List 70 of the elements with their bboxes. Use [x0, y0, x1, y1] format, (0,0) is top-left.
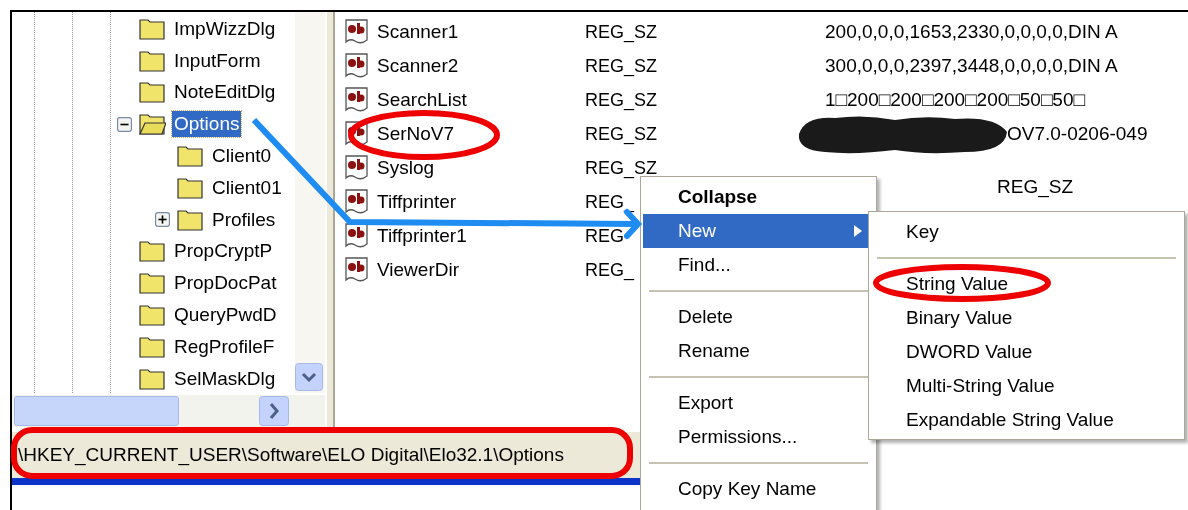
- value-data: OV7.0-0206-049: [1007, 123, 1148, 145]
- value-type: REG_SZ: [585, 89, 658, 110]
- tree-item[interactable]: InputForm: [172, 47, 263, 74]
- tree-item[interactable]: QueryPwdD: [172, 302, 279, 329]
- folder-icon: [138, 239, 166, 264]
- value-data: 1□200□200□200□200□50□50□: [825, 89, 1085, 111]
- expander-icon[interactable]: [116, 116, 132, 132]
- tree-item[interactable]: ImpWizzDlg: [172, 15, 278, 42]
- folder-icon: [176, 175, 204, 200]
- menu-item[interactable]: String Value: [871, 267, 1182, 301]
- tree-item[interactable]: Profiles: [210, 206, 278, 233]
- folder-icon: [176, 144, 204, 169]
- menu-item[interactable]: DWORD Value: [871, 335, 1182, 369]
- value-data: 300,0,0,0,2397,3448,0,0,0,0,DIN A: [825, 55, 1118, 77]
- folder-icon: [138, 16, 166, 41]
- horizontal-scrollbar[interactable]: [12, 395, 325, 427]
- value-type: REG_SZ: [997, 176, 1074, 198]
- tree-item[interactable]: PropCryptP: [172, 238, 275, 265]
- value-name[interactable]: Syslog: [377, 157, 585, 179]
- folder-icon: [138, 366, 166, 391]
- value-type: REG_SZ: [585, 157, 658, 178]
- scroll-down-icon[interactable]: [295, 363, 323, 391]
- string-value-icon: [343, 18, 371, 46]
- expander-icon[interactable]: [154, 212, 170, 228]
- folder-icon: [138, 112, 166, 137]
- tree-item[interactable]: NoteEditDlg: [172, 79, 278, 106]
- tree-item[interactable]: SelMaskDlg: [172, 365, 278, 392]
- string-value-icon: [343, 188, 371, 216]
- folder-icon: [138, 334, 166, 359]
- submenu-arrow-icon: [854, 225, 862, 237]
- value-name[interactable]: Scanner1: [377, 21, 585, 43]
- value-name[interactable]: Tiffprinter1: [377, 225, 585, 247]
- string-value-icon: [343, 52, 371, 80]
- pane-splitter[interactable]: [325, 12, 335, 430]
- value-type: REG_: [585, 259, 635, 280]
- menu-item[interactable]: Collapse: [643, 180, 874, 214]
- value-name[interactable]: ViewerDir: [377, 259, 585, 281]
- value-type: REG_: [585, 191, 635, 212]
- menu-item[interactable]: Copy Key Name: [643, 472, 874, 506]
- menu-item[interactable]: Binary Value: [871, 301, 1182, 335]
- tree-item[interactable]: Client0: [210, 143, 274, 170]
- folder-icon: [138, 303, 166, 328]
- scroll-right-icon[interactable]: [259, 396, 289, 426]
- string-value-icon: [343, 154, 371, 182]
- menu-item[interactable]: Key: [871, 215, 1182, 249]
- value-name[interactable]: Scanner2: [377, 55, 585, 77]
- tree-item[interactable]: Client01: [210, 174, 284, 201]
- value-data: 200,0,0,0,1653,2330,0,0,0,0,DIN A: [825, 21, 1118, 43]
- menu-item[interactable]: Multi-String Value: [871, 369, 1182, 403]
- folder-icon: [138, 48, 166, 73]
- tree-item[interactable]: RegProfileF: [172, 333, 277, 360]
- value-name[interactable]: SearchList: [377, 89, 585, 111]
- folder-icon: [138, 80, 166, 105]
- tree-item[interactable]: Options: [172, 111, 242, 138]
- string-value-icon: [343, 256, 371, 284]
- value-type: REG_SZ: [585, 55, 658, 76]
- value-type: REG_SZ: [585, 123, 658, 144]
- folder-icon: [176, 207, 204, 232]
- value-type: REG_SZ: [585, 21, 658, 42]
- string-value-icon: [343, 86, 371, 114]
- vertical-scrollbar[interactable]: [295, 12, 325, 393]
- string-value-icon: [343, 222, 371, 250]
- value-name[interactable]: SerNoV7: [377, 123, 585, 145]
- key-path: \HKEY_CURRENT_USER\Software\ELO Digital\Elo32.1\Options: [18, 444, 564, 466]
- value-name[interactable]: Tiffprinter: [377, 191, 585, 213]
- scrollbar-thumb[interactable]: [14, 396, 179, 426]
- value-type: REG: [585, 225, 624, 246]
- tree-item[interactable]: PropDocPat: [172, 270, 279, 297]
- folder-icon: [138, 271, 166, 296]
- menu-item[interactable]: Expandable String Value: [871, 403, 1182, 437]
